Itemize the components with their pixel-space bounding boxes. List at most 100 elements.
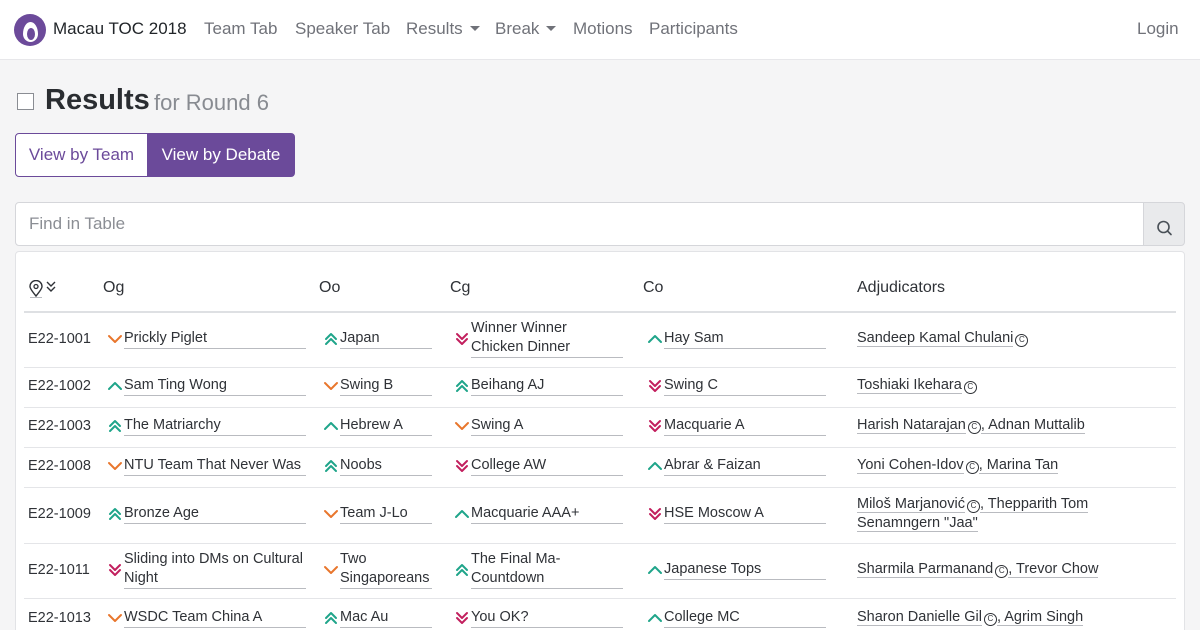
adjudicator-name[interactable]: Sharmila Parmanand (857, 560, 994, 578)
team-link[interactable]: Swing A (471, 416, 623, 436)
team-cell: You OK? (454, 608, 624, 628)
team-link[interactable]: Macquarie AAA+ (471, 504, 623, 524)
team-link[interactable]: You OK? (471, 608, 623, 628)
search-input[interactable] (15, 202, 1145, 246)
team-link[interactable]: Mac Au (340, 608, 432, 628)
adjudicator-name[interactable]: Sandeep Kamal Chulani (857, 330, 1014, 347)
double-chevron-down-icon (647, 418, 663, 434)
double-chevron-down-icon (454, 458, 470, 474)
brand-title[interactable]: Macau TOC 2018 (53, 19, 187, 39)
team-cell: Noobs (323, 456, 433, 476)
adjudicator-name[interactable]: Miloš Marjanović (857, 496, 965, 513)
team-link[interactable]: Hay Sam (664, 329, 826, 349)
adjudicator-name[interactable]: Thepparith Tom (987, 496, 1089, 513)
team-link[interactable]: WSDC Team China A (124, 608, 306, 628)
team-link[interactable]: College MC (664, 608, 826, 628)
team-link[interactable]: Noobs (340, 456, 432, 476)
nav-login[interactable]: Login (1137, 19, 1179, 39)
separator: , (1008, 560, 1017, 578)
team-link[interactable]: Two Singaporeans (340, 550, 432, 589)
team-cell: Japanese Tops (647, 560, 827, 580)
double-chevron-up-icon (107, 418, 123, 434)
team-link[interactable]: Team J-Lo (340, 504, 432, 524)
adjudicators-cell: Yoni Cohen-Idov C, Marina Tan (857, 456, 1157, 475)
team-link[interactable]: NTU Team That Never Was (124, 456, 306, 476)
adjudicator-name[interactable]: Yoni Cohen-Idov (857, 457, 964, 474)
team-cell: Hebrew A (323, 416, 433, 436)
team-link[interactable]: Japan (340, 329, 432, 349)
logo-icon[interactable] (14, 14, 46, 46)
team-link[interactable]: Bronze Age (124, 504, 306, 524)
team-cell: Macquarie AAA+ (454, 504, 624, 524)
team-link[interactable]: HSE Moscow A (664, 504, 826, 524)
team-link[interactable]: Abrar & Faizan (664, 456, 826, 476)
select-checkbox[interactable] (17, 93, 34, 110)
team-link[interactable]: Hebrew A (340, 416, 432, 436)
venue-label: E22-1009 (28, 506, 91, 522)
team-cell: Two Singaporeans (323, 550, 433, 590)
row-divider (24, 598, 1176, 599)
team-link[interactable]: Beihang AJ (471, 376, 623, 396)
chevron-up-icon (454, 506, 470, 522)
nav-results[interactable]: Results (406, 19, 480, 39)
adjudicator-name[interactable]: Marina Tan (986, 457, 1059, 474)
team-cell: Bronze Age (107, 504, 307, 524)
chair-icon: C (966, 500, 980, 513)
chevron-up-icon (107, 378, 123, 394)
nav-team-tab[interactable]: Team Tab (204, 19, 277, 39)
team-link[interactable]: Sliding into DMs on Cultural Night (124, 550, 306, 589)
search-button[interactable] (1143, 202, 1185, 246)
nav-participants[interactable]: Participants (649, 19, 738, 39)
nav-break[interactable]: Break (495, 19, 557, 39)
team-link[interactable]: Swing B (340, 376, 432, 396)
team-link[interactable]: Swing C (664, 376, 826, 396)
adjudicator-name[interactable]: Toshiaki Ikehara (857, 377, 962, 394)
team-cell: Swing A (454, 416, 624, 436)
adjudicator-name[interactable]: Trevor Chow (1016, 560, 1099, 578)
adjudicator-name[interactable]: Agrim Singh (1004, 609, 1084, 626)
adjudicators-cell: Miloš Marjanović C, Thepparith Tom Senamng… (857, 495, 1157, 533)
nav-motions[interactable]: Motions (573, 19, 633, 39)
chevron-up-icon (647, 610, 663, 626)
team-link[interactable]: Japanese Tops (664, 560, 826, 580)
venue-label: E22-1008 (28, 458, 91, 474)
double-chevron-down-icon (647, 506, 663, 522)
column-header-co[interactable]: Co (643, 279, 663, 297)
team-cell: Sliding into DMs on Cultural Night (107, 550, 307, 590)
venue-label: E22-1013 (28, 610, 91, 626)
team-link[interactable]: The Final Ma- Countdown (471, 550, 623, 589)
team-link[interactable]: Winner Winner Chicken Dinner (471, 319, 623, 358)
chevron-down-icon (323, 506, 339, 522)
chevron-down-icon (454, 418, 470, 434)
team-link[interactable]: Macquarie A (664, 416, 826, 436)
venue-label: E22-1003 (28, 418, 91, 434)
chevron-down-icon (469, 26, 480, 31)
adjudicator-name[interactable]: Senamngern "Jaa" (857, 515, 978, 532)
team-link[interactable]: College AW (471, 456, 623, 476)
team-link[interactable]: Prickly Piglet (124, 329, 306, 349)
view-by-team-button[interactable]: View by Team (15, 133, 148, 177)
chevron-down-icon (107, 458, 123, 474)
chevron-up-icon (647, 331, 663, 347)
view-by-debate-button[interactable]: View by Debate (147, 133, 295, 177)
adjudicator-name[interactable]: Adnan Muttalib (988, 417, 1085, 434)
nav-speaker-tab[interactable]: Speaker Tab (295, 19, 390, 39)
double-chevron-up-icon (107, 506, 123, 522)
map-pin-icon (29, 279, 56, 298)
chair-icon: C (983, 613, 997, 626)
adjudicator-name[interactable]: Sharon Danielle Gil (857, 609, 982, 626)
team-link[interactable]: The Matriarchy (124, 416, 306, 436)
column-header-oo[interactable]: Oo (319, 279, 340, 297)
column-header-adjudicators[interactable]: Adjudicators (857, 279, 945, 297)
team-cell: Hay Sam (647, 329, 827, 349)
adjudicator-name[interactable]: Harish Natarajan (857, 417, 966, 434)
team-cell: HSE Moscow A (647, 504, 827, 524)
venue-label: E22-1001 (28, 331, 91, 347)
column-header-cg[interactable]: Cg (450, 279, 470, 297)
team-cell: Japan (323, 329, 433, 349)
team-link[interactable]: Sam Ting Wong (124, 376, 306, 396)
chair-icon: C (967, 421, 981, 434)
column-header-og[interactable]: Og (103, 279, 124, 297)
venue-sort-header[interactable] (28, 279, 60, 298)
row-divider (24, 447, 1176, 448)
